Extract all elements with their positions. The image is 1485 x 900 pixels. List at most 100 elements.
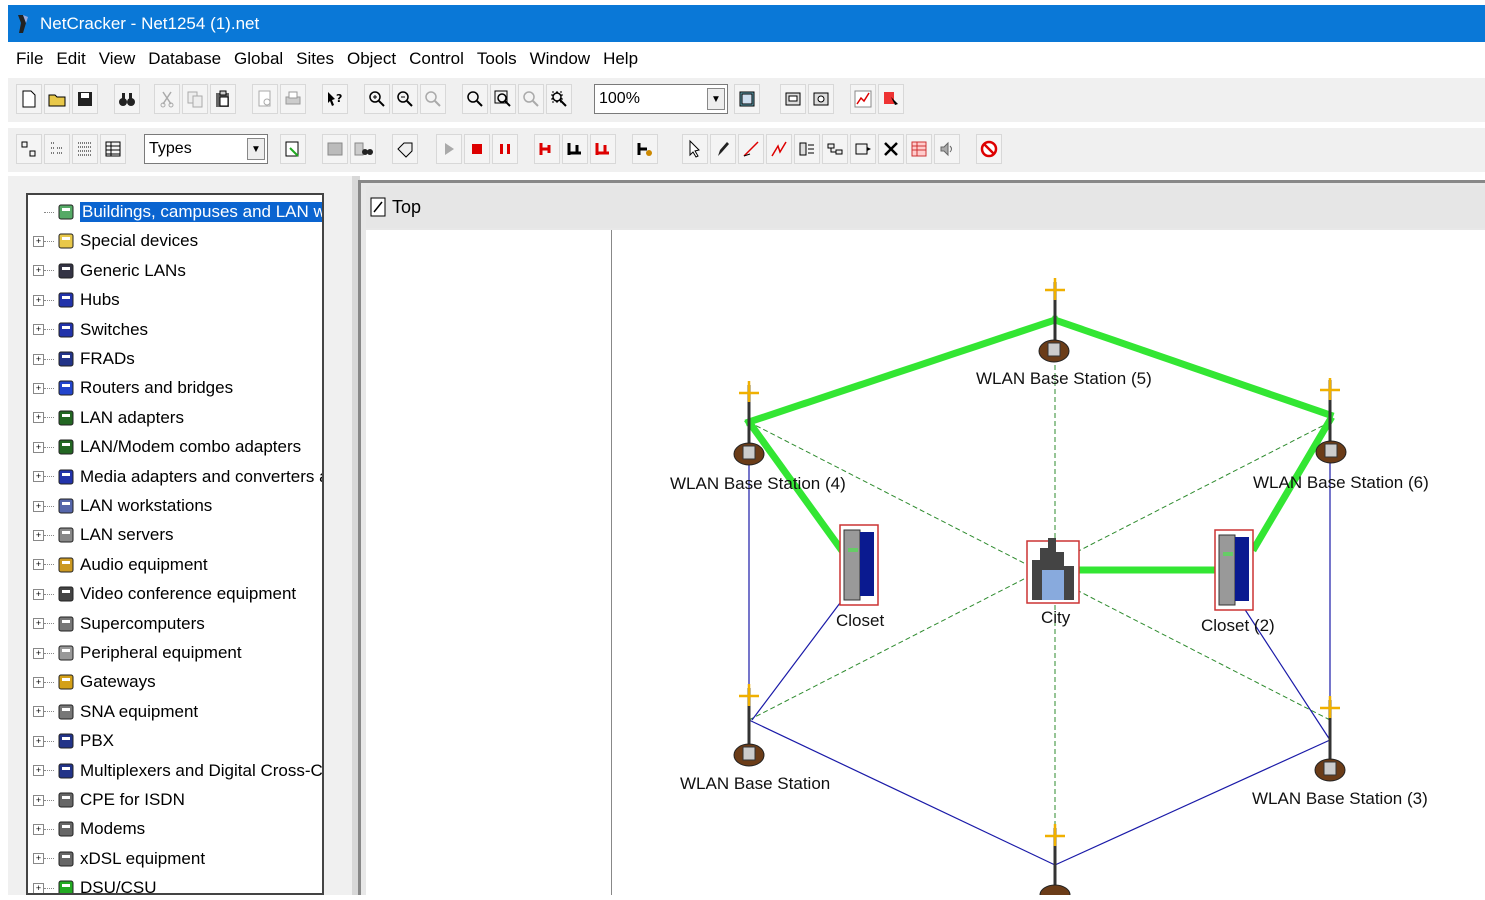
link-tool-icon[interactable] (738, 134, 764, 164)
tree-item[interactable]: + Audio equipment (28, 552, 208, 578)
large-icons-icon[interactable] (16, 134, 42, 164)
menu-tools[interactable]: Tools (477, 49, 517, 69)
tree-item[interactable]: + Routers and bridges (28, 375, 233, 401)
expand-icon[interactable]: + (33, 382, 44, 394)
tree-item[interactable]: + LAN/Modem combo adapters (28, 434, 301, 460)
menu-object[interactable]: Object (347, 49, 396, 69)
chevron-down-icon[interactable]: ▼ (247, 138, 265, 160)
alert-report-icon[interactable] (878, 84, 904, 114)
expand-icon[interactable]: + (33, 735, 44, 747)
traffic-icon-3[interactable] (590, 134, 616, 164)
expand-icon[interactable]: + (33, 294, 44, 306)
zoom-in-icon[interactable] (364, 84, 390, 114)
tree-item[interactable]: + Hubs (28, 287, 120, 313)
wlan-base-station-5[interactable]: WLAN Base Station (5) (976, 278, 1152, 388)
pointer-select-icon[interactable] (682, 134, 708, 164)
tree-item[interactable]: + Modems (28, 816, 145, 842)
zoom-page-icon[interactable] (518, 84, 544, 114)
menu-control[interactable]: Control (409, 49, 464, 69)
site-hierarchy-pane[interactable] (366, 230, 612, 895)
tree-item[interactable]: Buildings, campuses and LAN workg (28, 199, 322, 225)
menu-help[interactable]: Help (603, 49, 638, 69)
zoom-disabled-icon[interactable] (420, 84, 446, 114)
menu-sites[interactable]: Sites (296, 49, 334, 69)
tree-item[interactable]: + Multiplexers and Digital Cross-Conn (28, 758, 322, 784)
tree-item[interactable]: + Media adapters and converters and (28, 464, 322, 490)
filter-icon[interactable] (280, 134, 306, 164)
city[interactable]: City (1026, 538, 1080, 627)
tree-item[interactable]: + Generic LANs (28, 258, 186, 284)
wlan-base-station-3[interactable]: WLAN Base Station (3) (1252, 696, 1428, 808)
expand-icon[interactable]: + (33, 529, 44, 541)
details-view-icon[interactable] (100, 134, 126, 164)
tree-item[interactable]: + Gateways (28, 669, 156, 695)
pause-icon[interactable] (492, 134, 518, 164)
no-entry-icon[interactable] (976, 134, 1002, 164)
expand-icon[interactable]: + (33, 471, 44, 483)
paste-icon[interactable] (210, 84, 236, 114)
tree-item[interactable]: + SNA equipment (28, 699, 198, 725)
zoom-fit-icon[interactable] (490, 84, 516, 114)
expand-icon[interactable]: + (33, 853, 44, 865)
expand-icon[interactable]: + (33, 794, 44, 806)
network-diagram-canvas[interactable]: WLAN Base Station (5) WLAN Base Station … (612, 230, 1485, 900)
tools-icon[interactable] (878, 134, 904, 164)
expand-icon[interactable]: + (33, 882, 44, 893)
device-tree[interactable]: Buildings, campuses and LAN workg + Specia… (26, 193, 324, 895)
closet[interactable]: Closet (836, 524, 884, 630)
view-layout-icon[interactable] (808, 84, 834, 114)
menu-file[interactable]: File (16, 49, 43, 69)
print-preview-icon[interactable] (252, 84, 278, 114)
expand-icon[interactable]: + (33, 559, 44, 571)
small-icons-icon[interactable] (44, 134, 70, 164)
tree-item[interactable]: + DSU/CSU (28, 875, 157, 893)
menu-view[interactable]: View (99, 49, 136, 69)
cut-icon[interactable] (154, 84, 180, 114)
expand-icon[interactable]: + (33, 618, 44, 630)
context-help-icon[interactable]: ? (322, 84, 348, 114)
expand-icon[interactable]: + (33, 500, 44, 512)
tree-item[interactable]: + LAN workstations (28, 493, 212, 519)
expand-icon[interactable]: + (33, 588, 44, 600)
find-binoculars-icon[interactable] (114, 84, 140, 114)
expand-icon[interactable]: + (33, 412, 44, 424)
menu-global[interactable]: Global (234, 49, 283, 69)
stop-icon[interactable] (464, 134, 490, 164)
expand-icon[interactable]: + (33, 324, 44, 336)
menu-window[interactable]: Window (530, 49, 590, 69)
find-device-icon[interactable] (350, 134, 376, 164)
device-database-icon[interactable] (322, 134, 348, 164)
link-wizard-icon[interactable] (766, 134, 792, 164)
closet-2[interactable]: Closet (2) (1201, 529, 1275, 635)
zoom-level-dropdown[interactable]: 100% ▼ (594, 84, 728, 114)
expand-icon[interactable]: + (33, 265, 44, 277)
traffic-icon[interactable] (534, 134, 560, 164)
tree-item[interactable]: + xDSL equipment (28, 846, 205, 872)
zoom-selection-icon[interactable] (546, 84, 572, 114)
copy-icon[interactable] (182, 84, 208, 114)
expand-icon[interactable]: + (33, 441, 44, 453)
tree-item[interactable]: + FRADs (28, 346, 135, 372)
sound-icon[interactable] (934, 134, 960, 164)
zoom-rectangle-icon[interactable] (462, 84, 488, 114)
expand-icon[interactable]: + (33, 706, 44, 718)
expand-icon[interactable]: + (33, 353, 44, 365)
menu-edit[interactable]: Edit (56, 49, 85, 69)
type-filter-dropdown[interactable]: Types ▼ (144, 134, 268, 164)
save-icon[interactable] (72, 84, 98, 114)
wlan-base-station[interactable]: WLAN Base Station (680, 684, 830, 793)
chart-report-icon[interactable] (850, 84, 876, 114)
tree-item[interactable]: + Switches (28, 317, 148, 343)
expand-icon[interactable]: + (33, 676, 44, 688)
tree-item[interactable]: + Special devices (28, 228, 198, 254)
chevron-down-icon[interactable]: ▼ (707, 88, 725, 110)
table-tool-icon[interactable] (906, 134, 932, 164)
tag-icon[interactable] (392, 134, 418, 164)
network-tool-icon[interactable] (822, 134, 848, 164)
expand-icon[interactable]: + (33, 765, 44, 777)
tree-item[interactable]: + Video conference equipment (28, 581, 296, 607)
new-file-icon[interactable] (16, 84, 42, 114)
expand-icon[interactable]: + (33, 235, 44, 247)
full-screen-icon[interactable] (734, 84, 760, 114)
net-tool-icon[interactable] (794, 134, 820, 164)
